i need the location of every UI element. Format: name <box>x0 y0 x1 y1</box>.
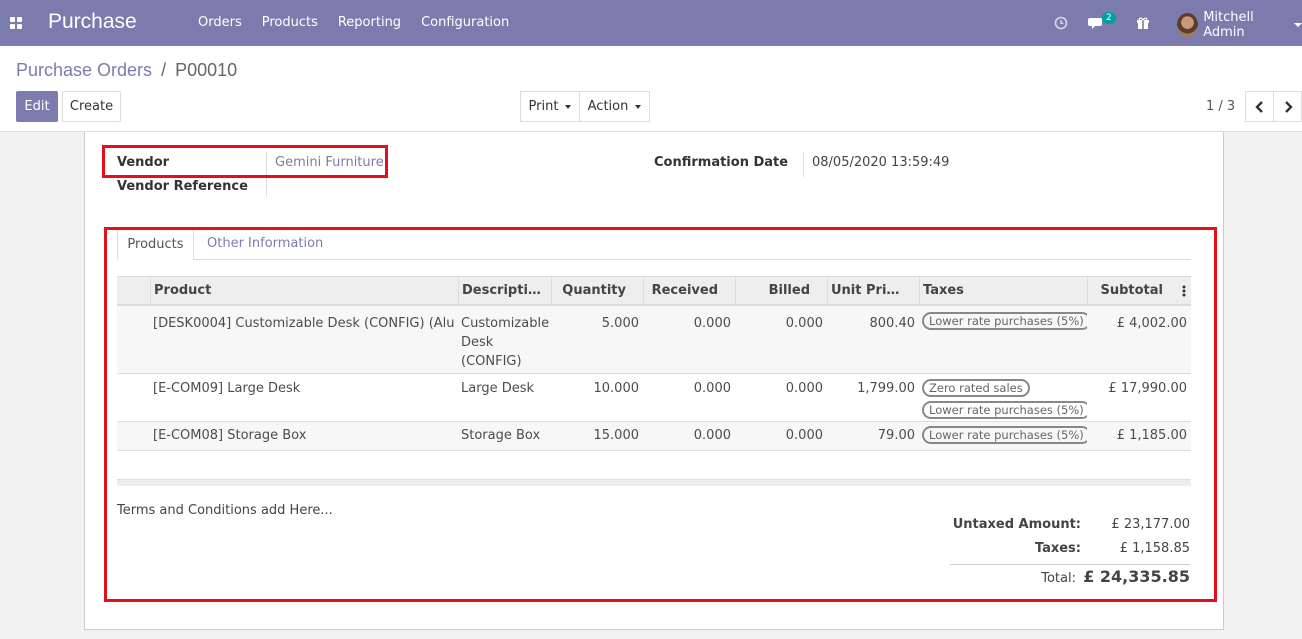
breadcrumb-parent[interactable]: Purchase Orders <box>16 60 152 80</box>
vendor-reference-label: Vendor Reference <box>117 179 248 194</box>
menu-products[interactable]: Products <box>262 15 318 30</box>
field-divider <box>803 152 804 177</box>
menu-configuration[interactable]: Configuration <box>421 15 509 30</box>
chevron-right-icon <box>1284 100 1293 113</box>
apps-menu-icon[interactable] <box>10 17 22 29</box>
print-caret-icon <box>565 104 572 109</box>
messages-count-badge: 2 <box>1102 12 1116 24</box>
pager-previous-button[interactable] <box>1245 91 1274 122</box>
action-label: Action <box>587 99 629 114</box>
confirmation-date-label: Confirmation Date <box>654 155 789 170</box>
app-title[interactable]: Purchase <box>48 10 137 34</box>
breadcrumb: Purchase Orders / P00010 <box>16 60 237 81</box>
user-dropdown-caret-icon <box>1294 23 1302 27</box>
edit-button[interactable]: Edit <box>16 91 58 122</box>
pager-next-button[interactable] <box>1273 91 1302 122</box>
chevron-left-icon <box>1254 100 1263 113</box>
breadcrumb-current: P00010 <box>175 60 238 80</box>
pager-value[interactable]: 1 / 3 <box>1206 99 1235 114</box>
print-dropdown-button[interactable]: Print <box>520 91 580 122</box>
gift-icon[interactable] <box>1136 0 1150 46</box>
control-panel: Purchase Orders / P00010 Edit Create Pri… <box>0 46 1302 132</box>
messaging-icon[interactable]: 2 <box>1088 0 1116 46</box>
action-dropdown-button[interactable]: Action <box>579 91 650 122</box>
confirmation-date-value: 08/05/2020 13:59:49 <box>812 155 950 170</box>
user-menu[interactable]: Mitchell Admin <box>1177 10 1302 40</box>
order-lines-highlight-box <box>104 227 1217 602</box>
create-button[interactable]: Create <box>62 91 121 122</box>
user-name: Mitchell Admin <box>1203 10 1254 40</box>
top-navbar: Purchase Orders Products Reporting Confi… <box>0 0 1302 46</box>
menu-orders[interactable]: Orders <box>198 15 242 30</box>
vendor-highlight-box <box>102 145 388 178</box>
main-menu: Orders Products Reporting Configuration <box>188 15 519 30</box>
print-label: Print <box>528 99 559 114</box>
activity-clock-icon[interactable] <box>1054 0 1068 46</box>
breadcrumb-separator: / <box>161 60 167 80</box>
user-avatar <box>1177 13 1199 37</box>
action-caret-icon <box>635 104 642 109</box>
menu-reporting[interactable]: Reporting <box>338 15 401 30</box>
